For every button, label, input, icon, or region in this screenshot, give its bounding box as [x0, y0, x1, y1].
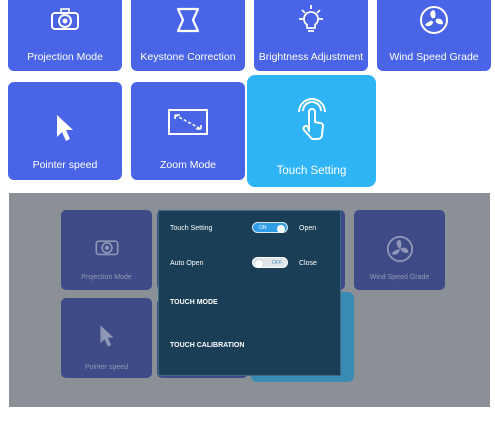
- touch-mode-item[interactable]: TOUCH MODE: [170, 299, 218, 306]
- auto-open-value: Close: [299, 260, 317, 267]
- projection-mode-tile[interactable]: Projection Mode: [8, 0, 122, 71]
- bulb-icon: [254, 3, 368, 37]
- brightness-adjustment-tile[interactable]: Brightness Adjustment: [254, 0, 368, 71]
- bg-pointer-speed-tile: Pointer speed: [61, 298, 152, 378]
- projector-icon: [61, 236, 152, 258]
- wind-speed-grade-tile[interactable]: Wind Speed Grade: [377, 0, 491, 71]
- tile-label: Zoom Mode: [159, 159, 217, 171]
- keystone-icon: [131, 6, 245, 34]
- tile-label: Wind Speed Grade: [389, 51, 479, 63]
- tile-label: Wind Speed Grade: [369, 274, 430, 281]
- touch-calibration-item[interactable]: TOUCH CALIBRATION: [170, 342, 244, 349]
- tile-label: Projection Mode: [27, 51, 103, 63]
- bg-wind-speed-tile: Wind Speed Grade: [354, 210, 445, 290]
- auto-open-label: Auto Open: [170, 260, 204, 267]
- touch-icon: [247, 95, 376, 141]
- touch-setting-screenshot: Projection Mode Wind Speed Grade Pointer…: [9, 193, 490, 407]
- toggle-knob: [255, 259, 263, 268]
- toggle-state: OFF: [272, 260, 282, 266]
- pointer-speed-tile[interactable]: Pointer speed: [8, 82, 122, 180]
- touch-setting-toggle[interactable]: ON: [252, 222, 288, 233]
- tile-label: Brightness Adjustment: [258, 51, 364, 63]
- keystone-correction-tile[interactable]: Keystone Correction: [131, 0, 245, 71]
- tile-label: Pointer speed: [84, 364, 129, 371]
- pointer-icon: [8, 113, 122, 143]
- projector-icon: [8, 7, 122, 33]
- tile-label: Touch Setting: [276, 165, 347, 177]
- fan-icon: [354, 235, 445, 263]
- touch-setting-panel: Touch Setting ON Open Auto Open OFF Clos…: [158, 210, 341, 376]
- tile-label: Pointer speed: [32, 159, 98, 171]
- fan-icon: [377, 5, 491, 35]
- zoom-mode-tile[interactable]: Zoom Mode: [131, 82, 245, 180]
- zoom-icon: [131, 108, 245, 136]
- toggle-state: ON: [259, 225, 267, 231]
- tile-label: Projection Mode: [81, 274, 132, 281]
- tile-label: Keystone Correction: [140, 51, 236, 63]
- touch-setting-value: Open: [299, 225, 317, 232]
- touch-setting-tile[interactable]: Touch Setting: [247, 75, 376, 187]
- toggle-knob: [277, 224, 285, 233]
- bg-projection-mode-tile: Projection Mode: [61, 210, 152, 290]
- pointer-icon: [61, 323, 152, 349]
- auto-open-toggle[interactable]: OFF: [252, 257, 288, 268]
- touch-setting-label: Touch Setting: [170, 225, 213, 232]
